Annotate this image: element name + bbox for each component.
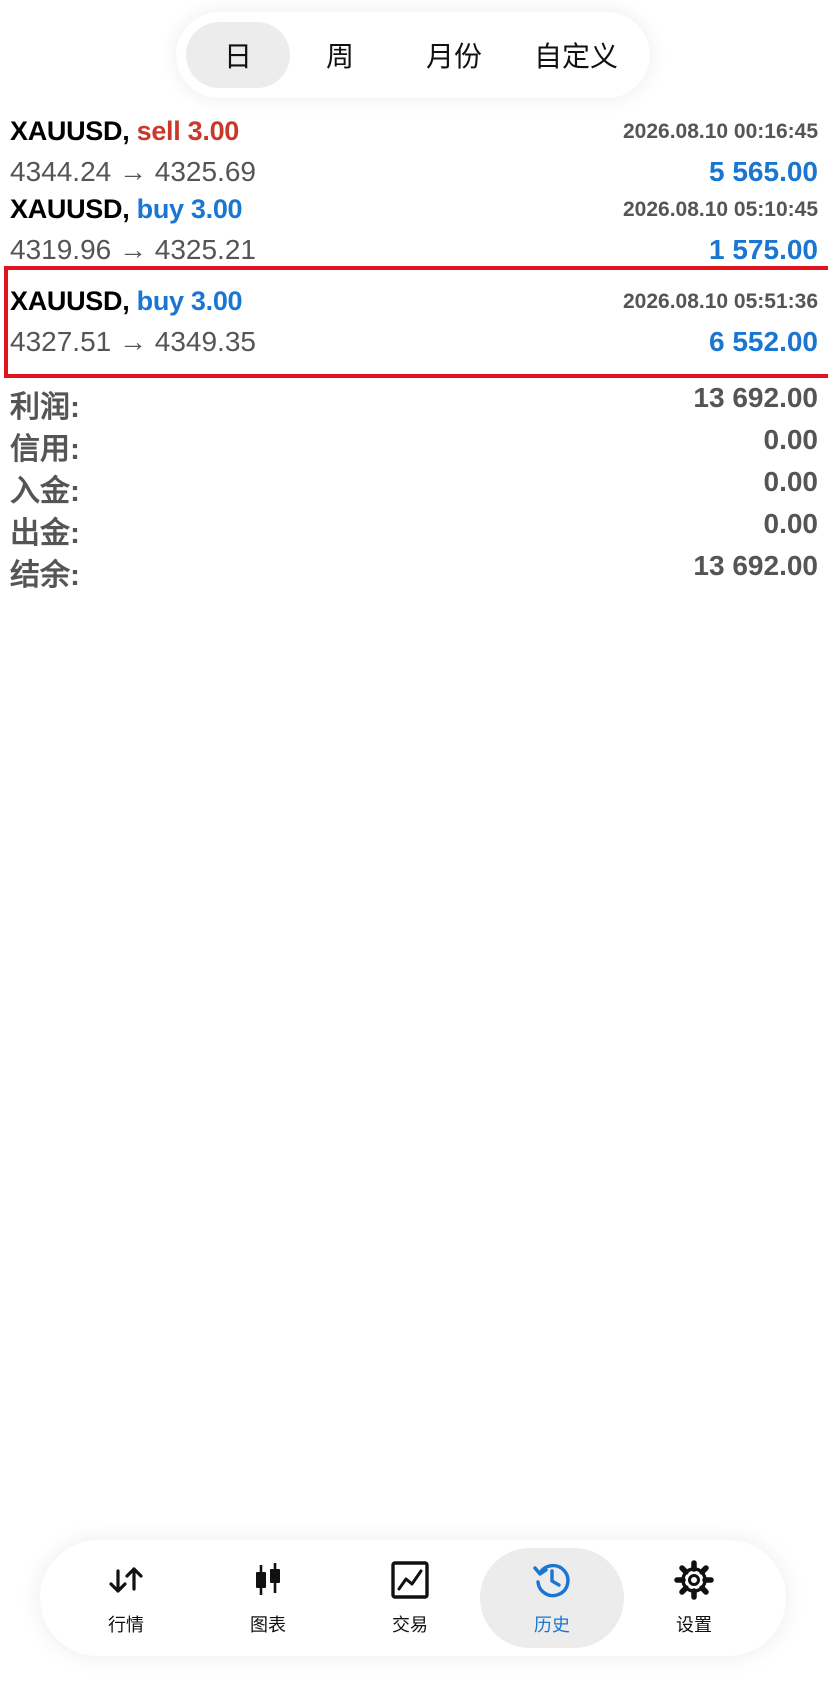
deal-title: XAUUSD, buy 3.00 — [10, 198, 243, 225]
gear-icon — [674, 1560, 714, 1600]
tab-week[interactable]: 周 — [288, 22, 392, 88]
summary-value: 13 692.00 — [693, 550, 818, 581]
summary-value: 0.00 — [763, 466, 819, 497]
deal-time: 2026.08.10 05:10:45 — [623, 198, 818, 221]
summary-label: 结余: — [10, 559, 80, 592]
tab-month[interactable]: 月份 — [402, 22, 506, 88]
summary-credit: 信用: 0.00 — [0, 424, 828, 466]
deal-prices: 4319.96 → 4325.21 — [10, 234, 256, 265]
deal-profit: 1 575.00 — [709, 234, 818, 265]
deal-profit: 5 565.00 — [709, 156, 818, 187]
deal-row-clip: XAUUSD, buy 3.00 2026.08.10 05:10:45 431… — [0, 198, 828, 268]
period-selector: 日 周 月份 自定义 — [176, 12, 650, 98]
deal-symbol: XAUUSD, — [10, 116, 130, 146]
highlight-frame — [4, 266, 828, 378]
deal-side: sell 3.00 — [136, 116, 240, 146]
summary-label: 信用: — [10, 433, 80, 466]
quotes-arrows-icon — [109, 1567, 143, 1593]
nav-label: 图表 — [250, 1615, 286, 1635]
nav-label: 行情 — [108, 1615, 144, 1635]
summary-value: 0.00 — [763, 424, 819, 455]
summary-profit: 利润: 13 692.00 — [0, 382, 828, 424]
candlestick-chart-icon — [256, 1563, 280, 1595]
history-clock-icon — [533, 1563, 570, 1598]
summary-deposit: 入金: 0.00 — [0, 466, 828, 508]
nav-history[interactable]: 历史 — [480, 1548, 624, 1648]
nav-chart[interactable]: 图表 — [196, 1548, 340, 1648]
trade-line-chart-icon — [391, 1561, 429, 1599]
summary-withdrawal: 出金: 0.00 — [0, 508, 828, 550]
nav-label: 设置 — [676, 1615, 712, 1635]
nav-trade[interactable]: 交易 — [338, 1548, 482, 1648]
summary-value: 0.00 — [763, 508, 819, 539]
deal-row[interactable]: XAUUSD, buy 3.00 2026.08.10 05:10:45 431… — [0, 198, 828, 268]
summary-label: 入金: — [10, 475, 80, 508]
bottom-nav: 行情 图表 交易 历史 设置 — [40, 1540, 786, 1656]
summary-balance: 结余: 13 692.00 — [0, 550, 828, 592]
nav-label: 交易 — [392, 1615, 428, 1635]
history-screen: 日 周 月份 自定义 XAUUSD, sell 3.00 2026.08.10 … — [0, 0, 828, 1695]
deal-prices: 4344.24 → 4325.69 — [10, 156, 256, 187]
summary-value: 13 692.00 — [693, 382, 818, 413]
deal-side: buy 3.00 — [136, 198, 243, 224]
nav-quotes[interactable]: 行情 — [54, 1548, 198, 1648]
deal-symbol: XAUUSD, — [10, 198, 130, 224]
tab-day[interactable]: 日 — [186, 22, 290, 88]
summary-label: 出金: — [10, 517, 80, 550]
nav-label: 历史 — [534, 1615, 570, 1635]
deal-title: XAUUSD, sell 3.00 — [10, 116, 239, 147]
tab-custom[interactable]: 自定义 — [516, 22, 636, 88]
deal-row[interactable]: XAUUSD, sell 3.00 2026.08.10 00:16:45 43… — [0, 114, 828, 198]
deal-time: 2026.08.10 00:16:45 — [623, 120, 818, 143]
summary-label: 利润: — [10, 391, 80, 424]
nav-settings[interactable]: 设置 — [622, 1548, 766, 1648]
